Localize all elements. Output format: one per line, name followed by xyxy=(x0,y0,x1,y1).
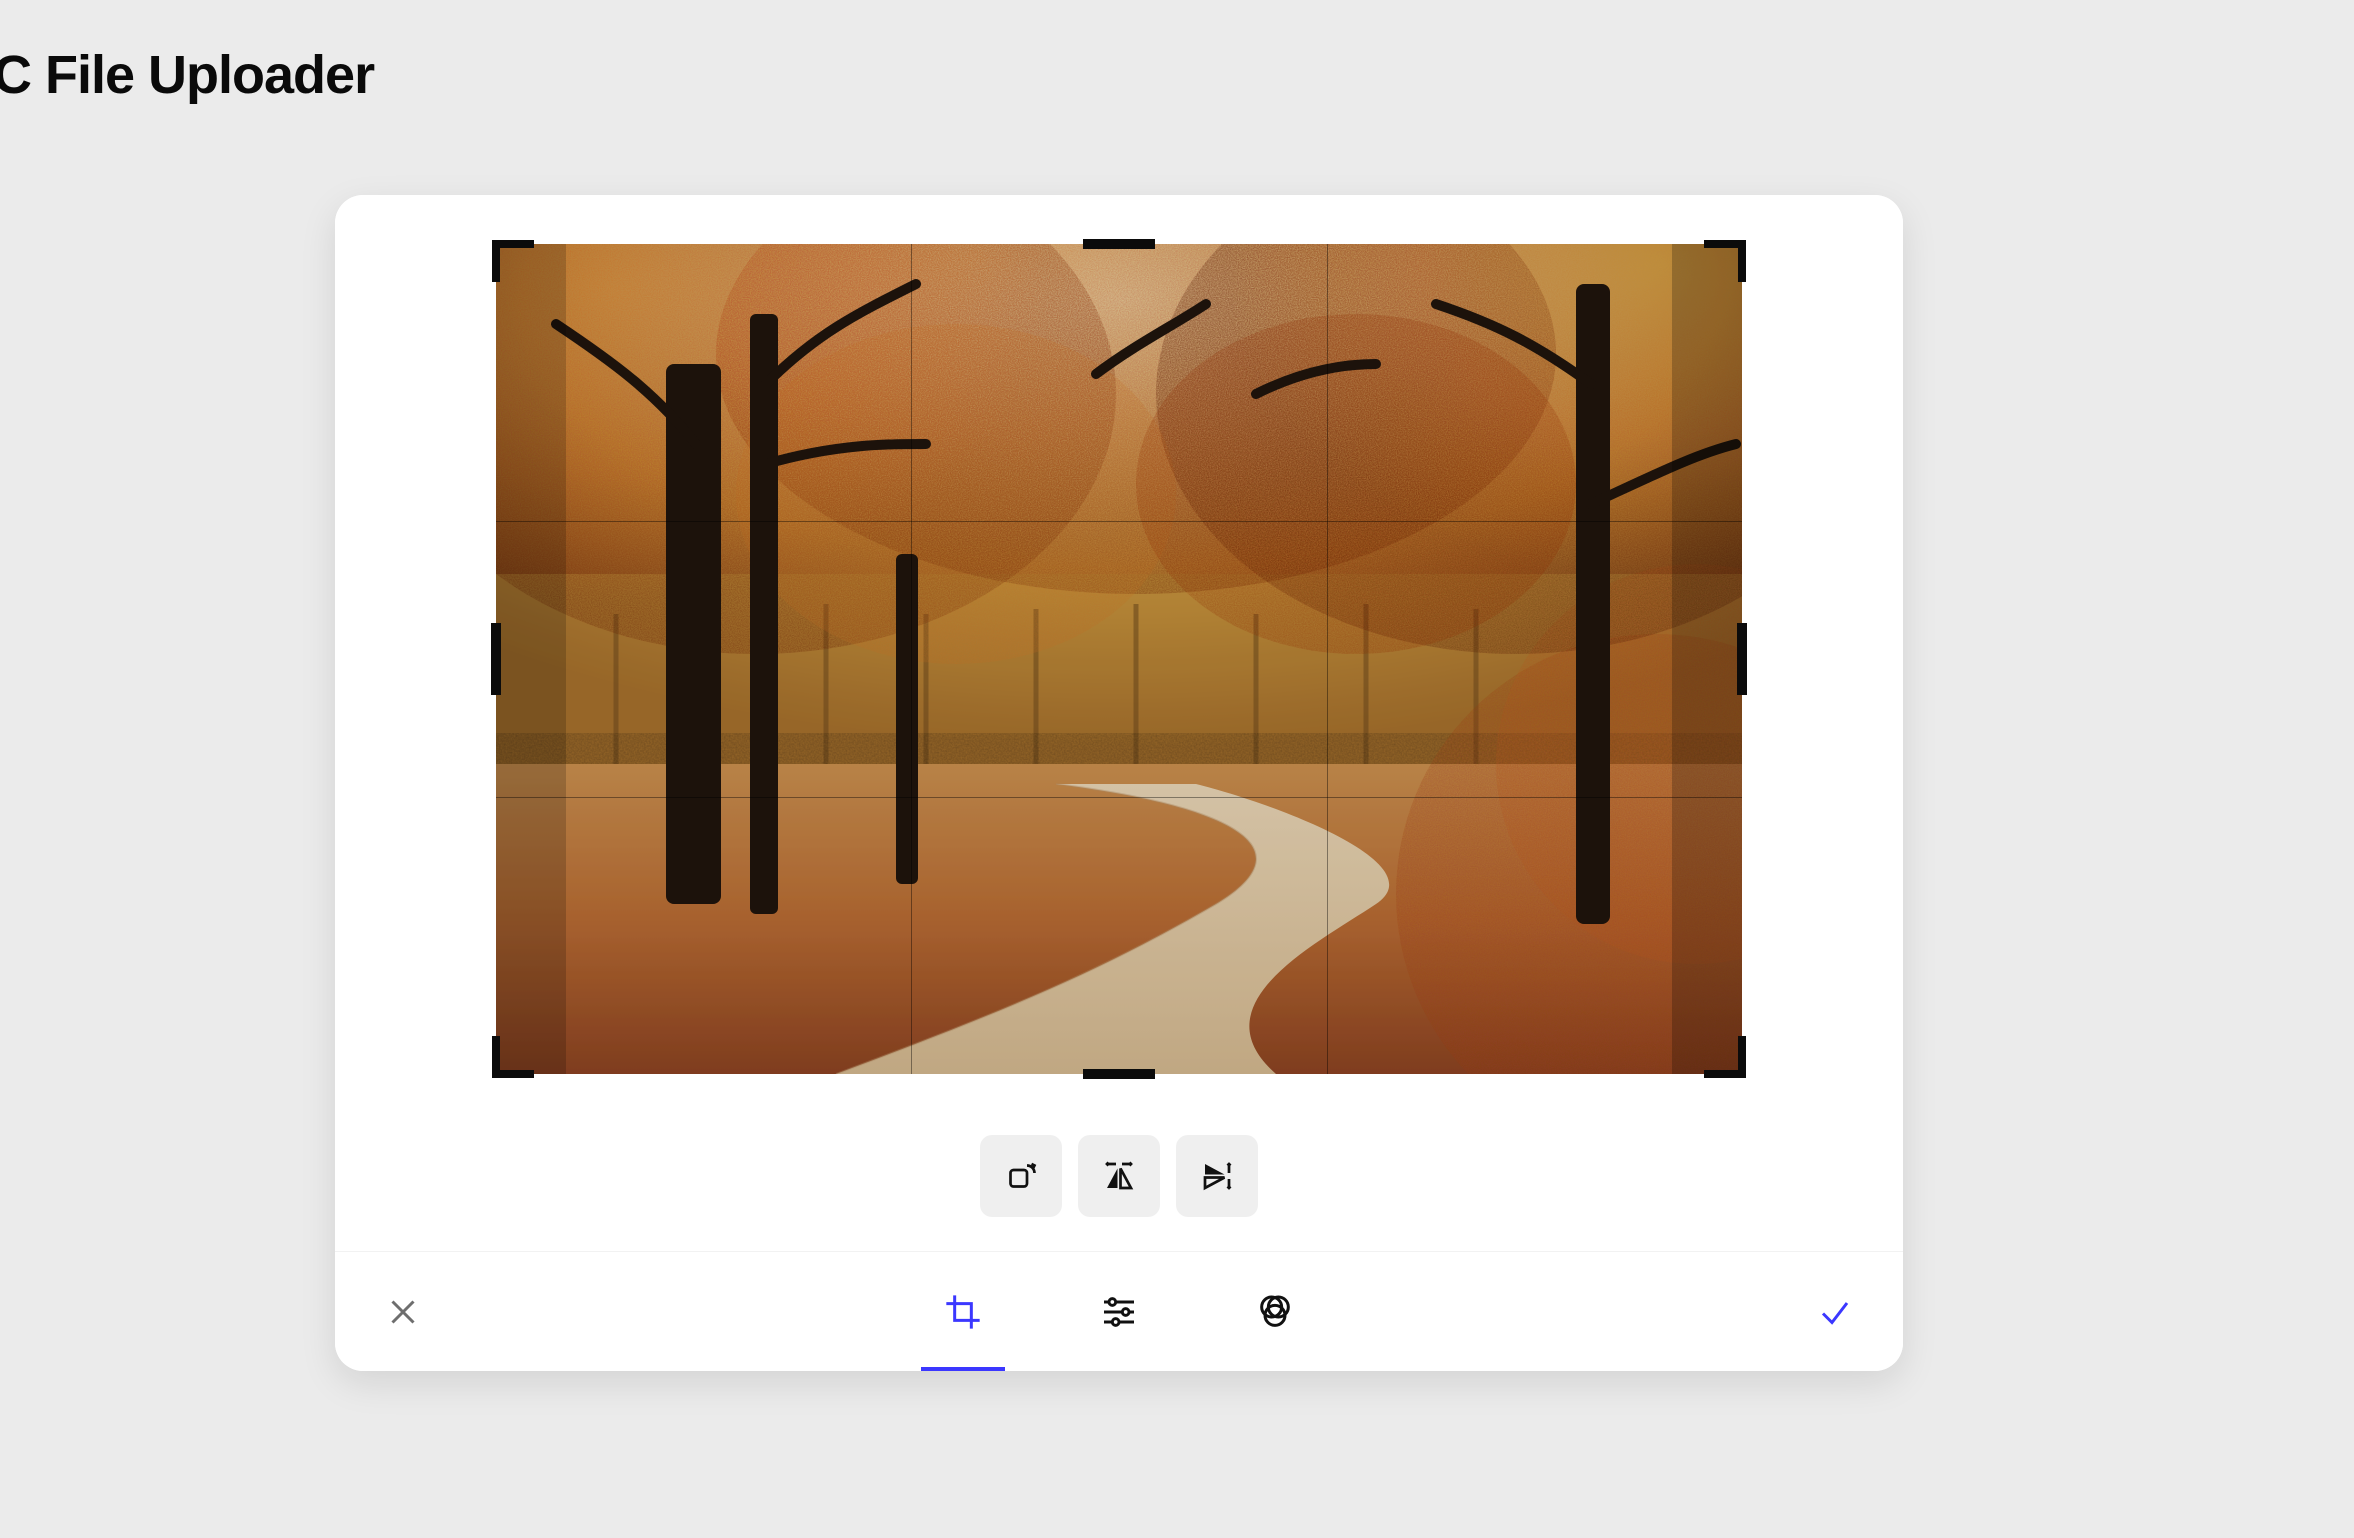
crop-handle-bottom-left[interactable] xyxy=(492,1036,534,1078)
editor-canvas xyxy=(335,195,1903,1113)
image-editor-panel xyxy=(335,195,1903,1371)
done-button[interactable] xyxy=(1795,1252,1875,1371)
rotate-button[interactable] xyxy=(980,1135,1062,1217)
flip-vertical-icon xyxy=(1199,1158,1235,1194)
image-preview xyxy=(496,244,1742,1074)
crop-operations-row xyxy=(335,1113,1903,1251)
sliders-icon xyxy=(1099,1292,1139,1332)
crop-handle-right[interactable] xyxy=(1737,623,1747,695)
rotate-icon xyxy=(1003,1158,1039,1194)
mirror-horizontal-icon xyxy=(1101,1158,1137,1194)
crop-stage[interactable] xyxy=(496,244,1742,1074)
tab-crop[interactable] xyxy=(921,1252,1005,1371)
crop-handle-top-right[interactable] xyxy=(1704,240,1746,282)
editor-tab-bar xyxy=(335,1251,1903,1371)
crop-handle-bottom[interactable] xyxy=(1083,1069,1155,1079)
flip-vertical-button[interactable] xyxy=(1176,1135,1258,1217)
cancel-button[interactable] xyxy=(363,1252,443,1371)
close-icon xyxy=(385,1294,421,1330)
tab-tune[interactable] xyxy=(1077,1252,1161,1371)
crop-handle-bottom-right[interactable] xyxy=(1704,1036,1746,1078)
check-icon xyxy=(1817,1294,1853,1330)
crop-handle-top[interactable] xyxy=(1083,239,1155,249)
mirror-horizontal-button[interactable] xyxy=(1078,1135,1160,1217)
editor-tabs xyxy=(921,1252,1317,1371)
crop-handle-left[interactable] xyxy=(491,623,501,695)
crop-handle-top-left[interactable] xyxy=(492,240,534,282)
crop-icon xyxy=(943,1292,983,1332)
page-title: JC File Uploader xyxy=(0,44,374,106)
tab-filters[interactable] xyxy=(1233,1252,1317,1371)
color-filters-icon xyxy=(1255,1292,1295,1332)
